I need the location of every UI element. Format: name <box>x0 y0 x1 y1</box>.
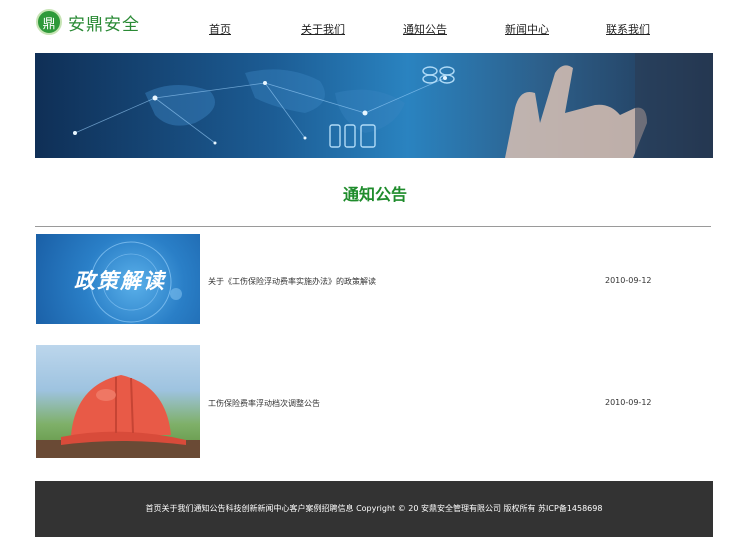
site-logo[interactable]: 鼎 安鼎安全 <box>36 8 140 36</box>
notice-thumbnail-policy[interactable]: 政策解读 <box>36 234 200 324</box>
title-divider <box>35 226 711 227</box>
hard-hat-icon <box>36 375 200 458</box>
footer-links-copyright[interactable]: 首页关于我们通知公告科技创新新闻中心客户案例招聘信息 Copyright © 2… <box>35 503 713 514</box>
policy-image-caption: 政策解读 <box>74 269 166 293</box>
notice-date: 2010-09-12 <box>605 398 652 407</box>
notice-title[interactable]: 关于《工伤保险浮动费率实施办法》的政策解读 <box>208 276 376 287</box>
hero-banner-graphic <box>73 53 713 158</box>
nav-news[interactable]: 新闻中心 <box>505 21 549 37</box>
notice-date: 2010-09-12 <box>605 276 652 285</box>
nav-about[interactable]: 关于我们 <box>301 21 345 37</box>
brand-name: 安鼎安全 <box>68 14 140 35</box>
logo-emblem-icon: 鼎 <box>36 9 62 35</box>
nav-home[interactable]: 首页 <box>209 21 231 37</box>
notice-thumbnail-hardhat[interactable] <box>36 345 200 458</box>
nav-notices[interactable]: 通知公告 <box>403 21 447 37</box>
notice-title[interactable]: 工伤保险费率浮动档次调整公告 <box>208 398 320 409</box>
page-title: 通知公告 <box>342 185 407 204</box>
hero-banner <box>35 53 713 158</box>
site-footer: 首页关于我们通知公告科技创新新闻中心客户案例招聘信息 Copyright © 2… <box>35 481 713 537</box>
nav-contact[interactable]: 联系我们 <box>606 21 650 37</box>
